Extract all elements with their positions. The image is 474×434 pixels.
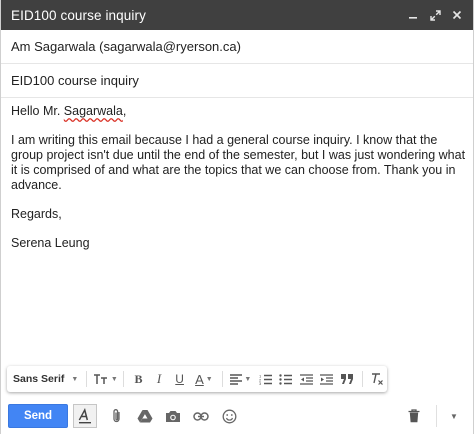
svg-text:3: 3 [259, 381, 262, 385]
font-family-value: Sans Serif [13, 373, 65, 385]
quote-icon [341, 374, 354, 384]
numbered-list-icon: 123 [259, 374, 272, 385]
chevron-down-icon: ▼ [205, 375, 213, 383]
underline-icon: U [175, 372, 184, 386]
subject-text: EID100 course inquiry [11, 73, 139, 88]
discard-draft-button[interactable] [400, 404, 428, 428]
insert-emoji-button[interactable] [215, 404, 243, 428]
toolbar-divider [221, 371, 223, 387]
send-button[interactable]: Send [8, 404, 68, 428]
minimize-icon[interactable] [403, 5, 423, 25]
chevron-down-icon: ▼ [110, 375, 118, 383]
recipients-field[interactable]: Am Sagarwala (sagarwala@ryerson.ca) [1, 30, 473, 64]
formatting-toolbar: Sans Serif ▼ ▼ B I U A ▼ ▼ 123 [7, 366, 387, 392]
attach-files-button[interactable] [103, 404, 131, 428]
compose-title-bar[interactable]: EID100 course inquiry [1, 0, 473, 30]
toolbar-divider [86, 371, 88, 387]
underline-button[interactable]: U [169, 368, 190, 390]
link-icon [193, 411, 209, 421]
recipient-chip[interactable]: Am Sagarwala (sagarwala@ryerson.ca) [11, 39, 241, 54]
text-color-icon: A [195, 371, 204, 387]
toolbar-divider [361, 371, 363, 387]
formatting-options-toggle[interactable] [73, 404, 97, 428]
align-button[interactable]: ▼ [227, 368, 255, 390]
greeting-suffix: , [122, 104, 127, 118]
window-controls [403, 0, 467, 30]
indent-more-icon [320, 373, 334, 385]
expand-icon[interactable] [425, 5, 445, 25]
indent-less-icon [299, 373, 313, 385]
text-format-icon [78, 408, 91, 424]
signature-line: Serena Leung [11, 236, 90, 250]
remove-formatting-button[interactable] [367, 368, 388, 390]
indent-more-button[interactable] [317, 368, 338, 390]
bold-button[interactable]: B [128, 368, 149, 390]
close-icon[interactable] [447, 5, 467, 25]
closing-line: Regards, [11, 207, 62, 221]
font-family-select[interactable]: Sans Serif ▼ [13, 368, 82, 390]
insert-photo-button[interactable] [159, 404, 187, 428]
italic-button[interactable]: I [149, 368, 170, 390]
chevron-down-icon: ▼ [450, 411, 458, 421]
chevron-down-icon: ▼ [244, 375, 252, 383]
compose-bottom-bar: Send ▼ [1, 398, 473, 434]
greeting-prefix: Hello Mr. [11, 104, 64, 118]
toolbar-divider [436, 405, 437, 427]
chevron-down-icon: ▼ [71, 375, 79, 383]
body-paragraph: I am writing this email because I had a … [11, 133, 466, 192]
clear-formatting-icon [371, 373, 383, 385]
insert-drive-button[interactable] [131, 404, 159, 428]
insert-link-button[interactable] [187, 404, 215, 428]
subject-field[interactable]: EID100 course inquiry [1, 64, 473, 98]
bottom-right-controls: ▼ [400, 398, 463, 434]
italic-icon: I [156, 371, 162, 386]
align-left-icon [230, 373, 243, 385]
font-size-button[interactable]: ▼ [91, 368, 119, 390]
quote-button[interactable] [337, 368, 358, 390]
camera-icon [166, 410, 180, 422]
message-body[interactable]: Hello Mr. Sagarwala, I am writing this e… [11, 104, 467, 251]
text-color-button[interactable]: A ▼ [190, 368, 218, 390]
toolbar-divider [123, 371, 125, 387]
trash-icon [408, 409, 420, 423]
paperclip-icon [113, 409, 120, 423]
drive-icon [137, 410, 153, 423]
bulleted-list-icon [279, 373, 293, 385]
greeting-line: Hello Mr. Sagarwala, [11, 104, 467, 119]
numbered-list-button[interactable]: 123 [255, 368, 276, 390]
misspelled-word: Sagarwala [63, 104, 123, 118]
more-options-button[interactable]: ▼ [445, 404, 463, 428]
indent-less-button[interactable] [296, 368, 317, 390]
bold-icon: B [134, 371, 143, 386]
bulleted-list-button[interactable] [275, 368, 296, 390]
compose-window: EID100 course inquiry Am Sagarwala (saga… [0, 0, 474, 434]
text-size-icon [93, 374, 107, 384]
smiley-icon [222, 409, 236, 423]
compose-title: EID100 course inquiry [11, 7, 146, 23]
